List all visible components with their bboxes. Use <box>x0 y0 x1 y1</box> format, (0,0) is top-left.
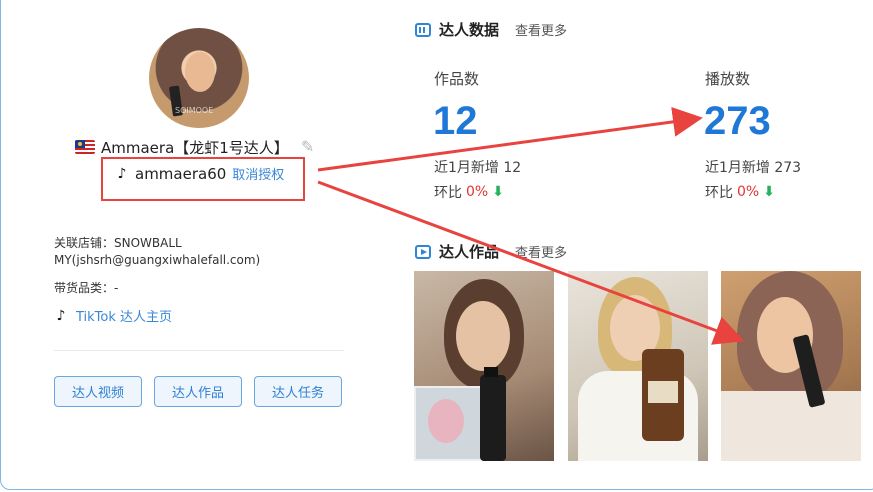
work-thumbnail[interactable] <box>721 271 861 461</box>
work-thumbnail[interactable] <box>568 271 708 461</box>
data-view-more-link[interactable]: 查看更多 <box>515 20 567 39</box>
edit-pencil-icon[interactable]: ✎ <box>301 139 317 155</box>
works-ratio: 环比 0% ⬇ <box>434 182 504 202</box>
plays-ratio-value: 0% <box>737 184 760 200</box>
data-section-title: 达人数据 <box>439 21 500 39</box>
revoke-authorization-link[interactable]: 取消授权 <box>232 164 284 183</box>
data-section-header: 达人数据 查看更多 <box>415 19 567 40</box>
video-play-icon <box>415 244 431 259</box>
works-ratio-value: 0% <box>466 184 489 200</box>
works-count-value: 12 <box>433 99 478 143</box>
plays-count-value: 273 <box>704 99 771 143</box>
tiktok-handle: ammaera60 <box>135 164 227 183</box>
bar-chart-icon <box>415 22 431 37</box>
tiktok-handle-row: ♪ ammaera60 取消授权 <box>115 164 285 184</box>
avatar[interactable]: SOIMOOE <box>149 28 249 128</box>
product-category: 带货品类：- <box>54 281 119 295</box>
influencer-videos-button[interactable]: 达人视频 <box>54 376 142 407</box>
works-count-label: 作品数 <box>434 70 480 88</box>
works-section-header: 达人作品 查看更多 <box>415 241 567 262</box>
avatar-face <box>185 52 215 92</box>
tiktok-icon: ♪ <box>117 165 127 182</box>
profile-name-row: Ammaera【龙虾1号达人】 ✎ <box>75 137 317 157</box>
linked-shop: 关联店铺：SNOWBALL MY(jshsrh@guangxiwhalefall… <box>54 236 261 267</box>
works-view-more-link[interactable]: 查看更多 <box>515 242 567 261</box>
influencer-tasks-button[interactable]: 达人任务 <box>254 376 342 407</box>
down-arrow-icon: ⬇ <box>763 184 775 200</box>
influencer-works-button[interactable]: 达人作品 <box>154 376 242 407</box>
tiktok-homepage-label[interactable]: TikTok 达人主页 <box>76 306 172 325</box>
plays-recent: 近1月新增 273 <box>705 160 802 176</box>
tiktok-icon: ♪ <box>56 307 66 324</box>
avatar-watermark: SOIMOOE <box>175 106 214 115</box>
tiktok-homepage-link[interactable]: ♪ TikTok 达人主页 <box>54 306 173 326</box>
down-arrow-icon: ⬇ <box>492 184 504 200</box>
divider <box>54 350 344 351</box>
malaysia-flag-icon <box>75 140 95 154</box>
plays-ratio: 环比 0% ⬇ <box>705 182 775 202</box>
plays-count-label: 播放数 <box>705 70 751 88</box>
profile-name: Ammaera【龙虾1号达人】 <box>101 138 289 157</box>
work-thumbnail[interactable] <box>414 271 554 461</box>
works-section-title: 达人作品 <box>439 243 500 261</box>
works-recent: 近1月新增 12 <box>434 160 522 176</box>
plays-ratio-label: 环比 <box>705 185 733 201</box>
works-ratio-label: 环比 <box>434 185 462 201</box>
